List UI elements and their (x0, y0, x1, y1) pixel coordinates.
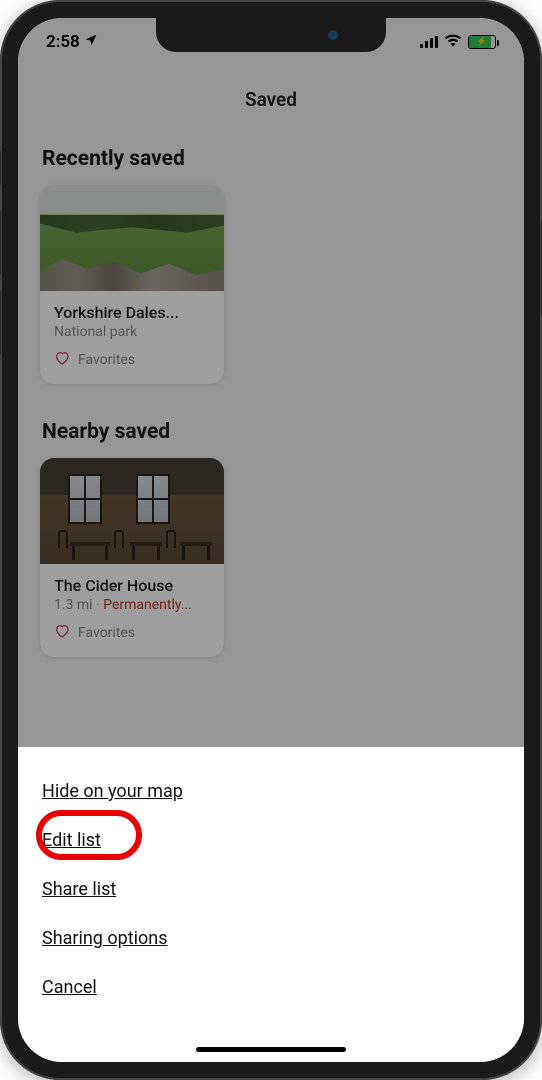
sheet-share-list[interactable]: Share list (42, 865, 116, 914)
notch (156, 18, 386, 52)
action-sheet: Hide on your map Edit list Share list Sh… (18, 747, 524, 1062)
sheet-hide-on-map[interactable]: Hide on your map (42, 767, 183, 816)
sheet-edit-list[interactable]: Edit list (42, 816, 101, 865)
home-indicator[interactable] (196, 1047, 346, 1052)
sheet-cancel[interactable]: Cancel (42, 963, 97, 1012)
screen: 2:58 ⚡ (18, 18, 524, 1062)
volume-up-button (0, 210, 1, 276)
silence-switch (0, 150, 1, 186)
phone-frame: 2:58 ⚡ (0, 0, 542, 1080)
volume-down-button (0, 290, 1, 356)
sheet-sharing-options[interactable]: Sharing options (42, 914, 168, 963)
